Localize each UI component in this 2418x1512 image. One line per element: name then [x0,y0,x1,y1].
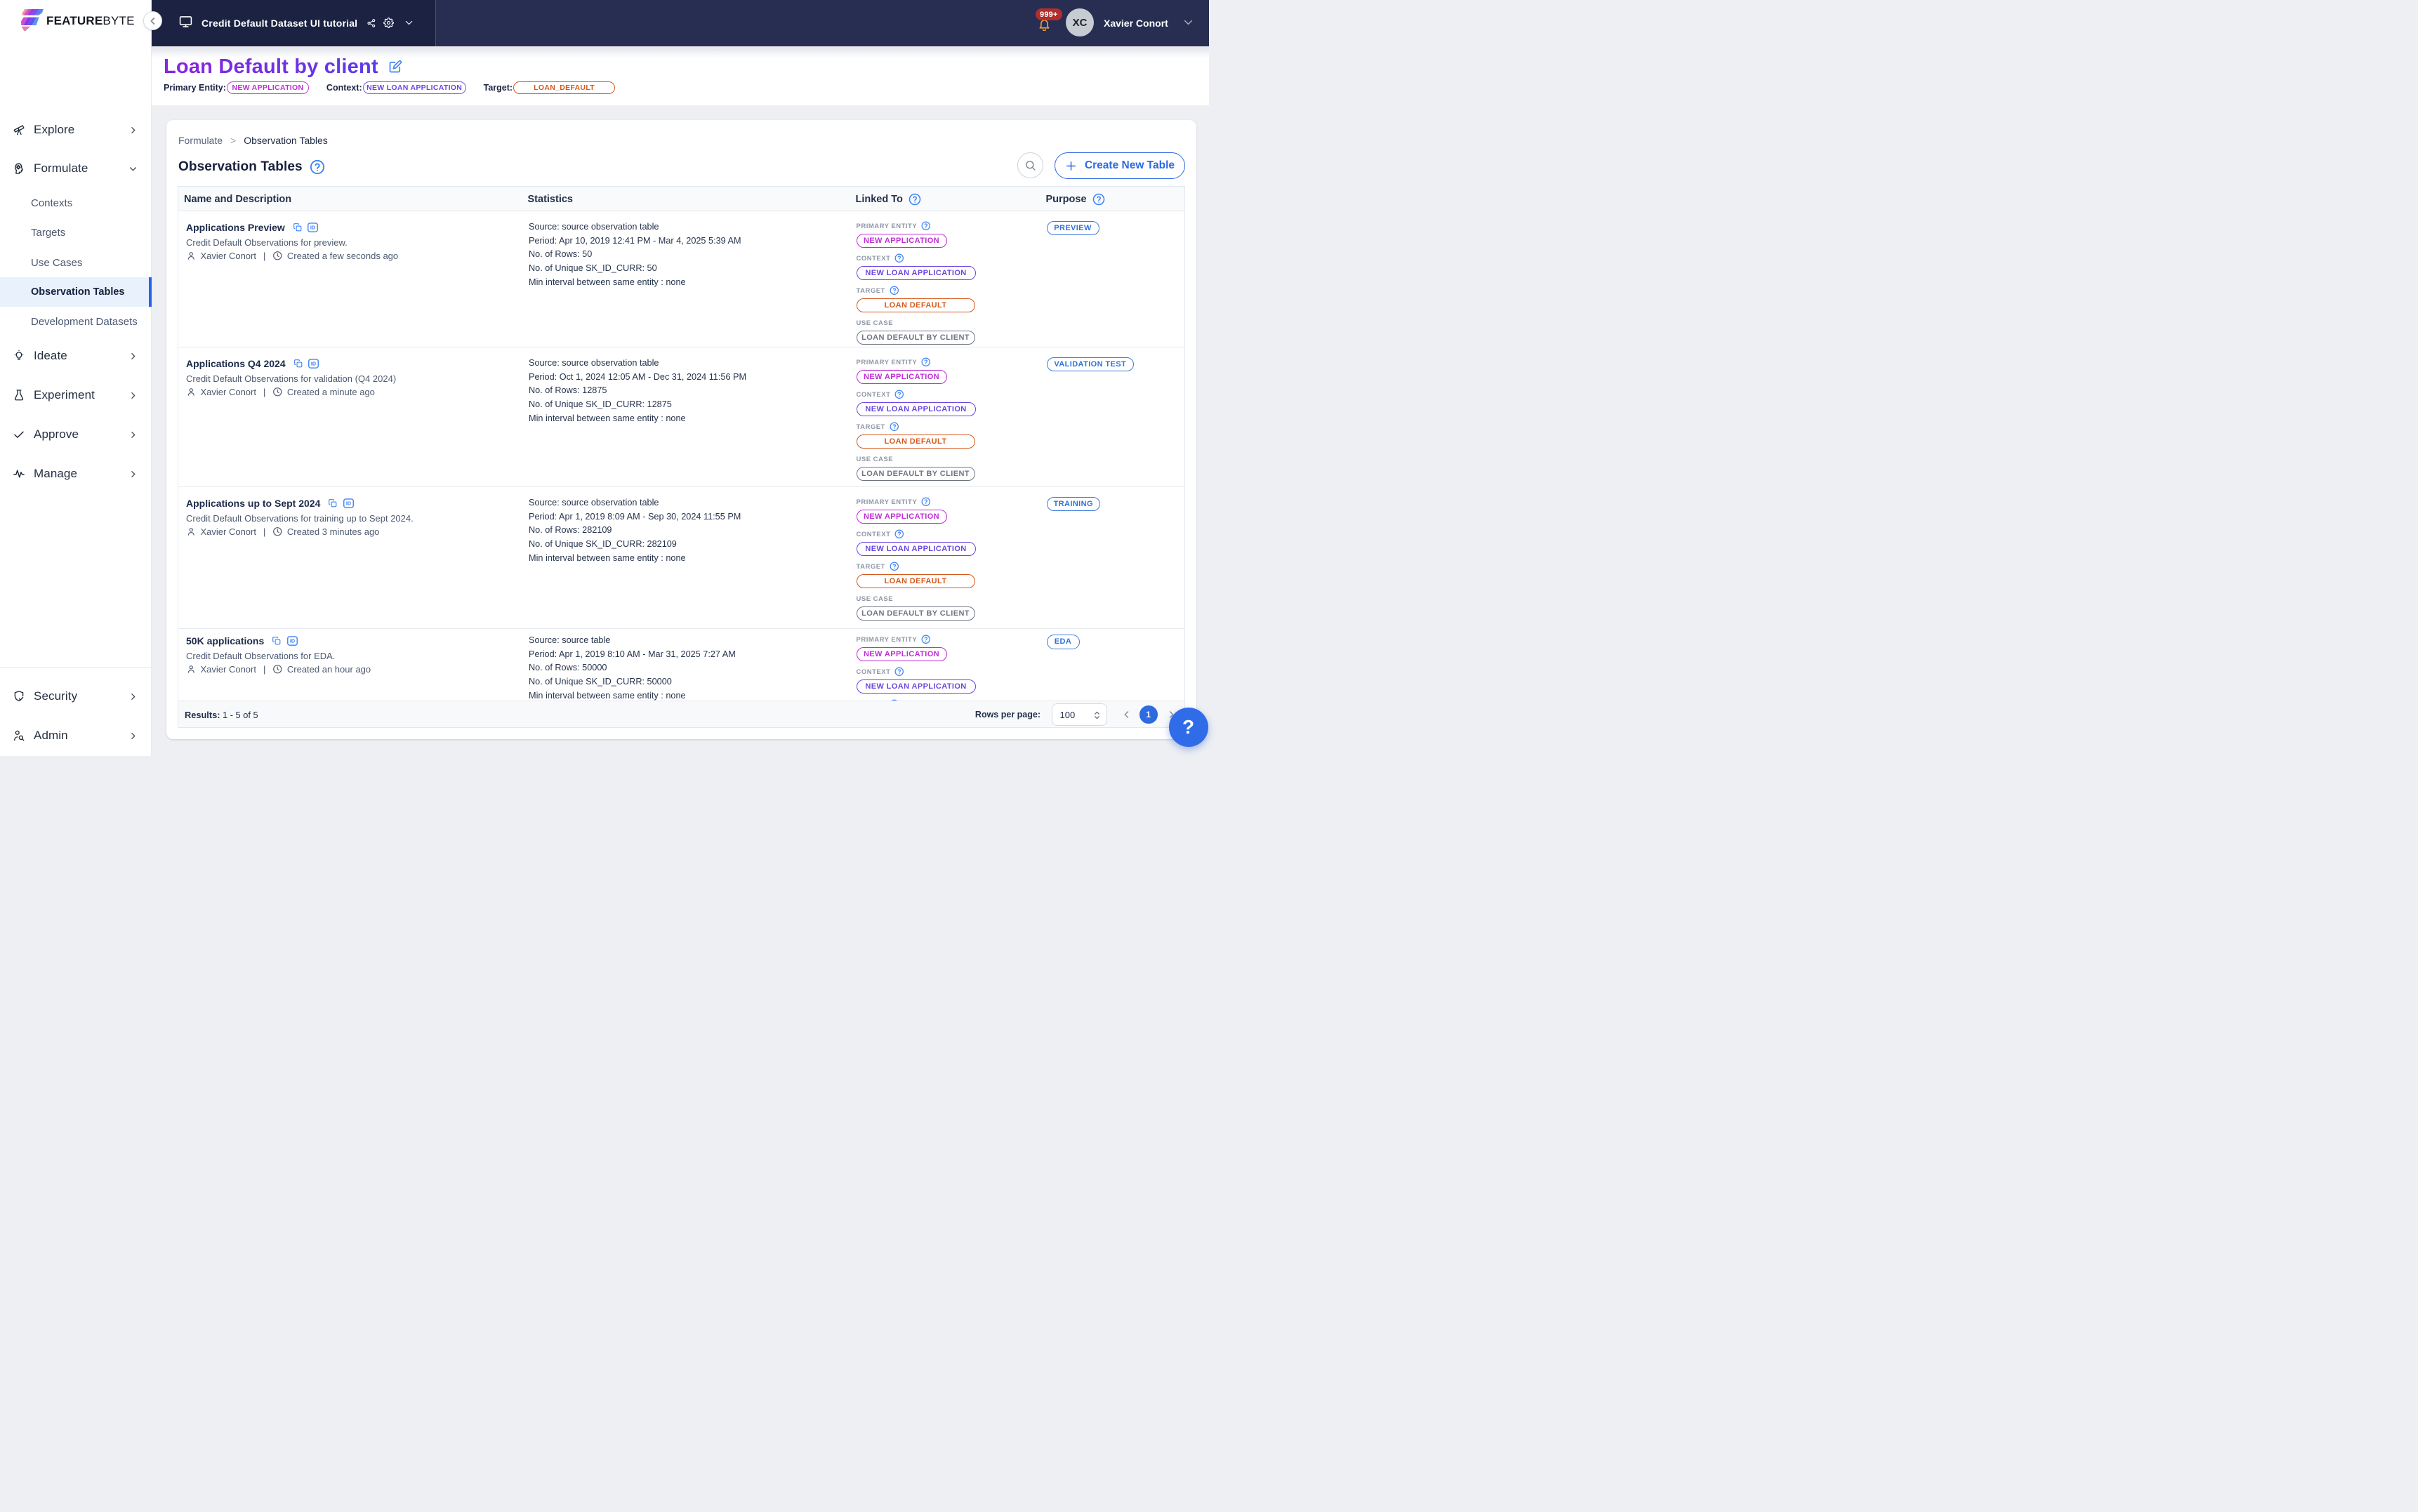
svg-text:ID: ID [310,225,315,230]
svg-text:ID: ID [311,361,316,366]
svg-text:ID: ID [290,638,295,644]
svg-text:ID: ID [346,500,351,506]
